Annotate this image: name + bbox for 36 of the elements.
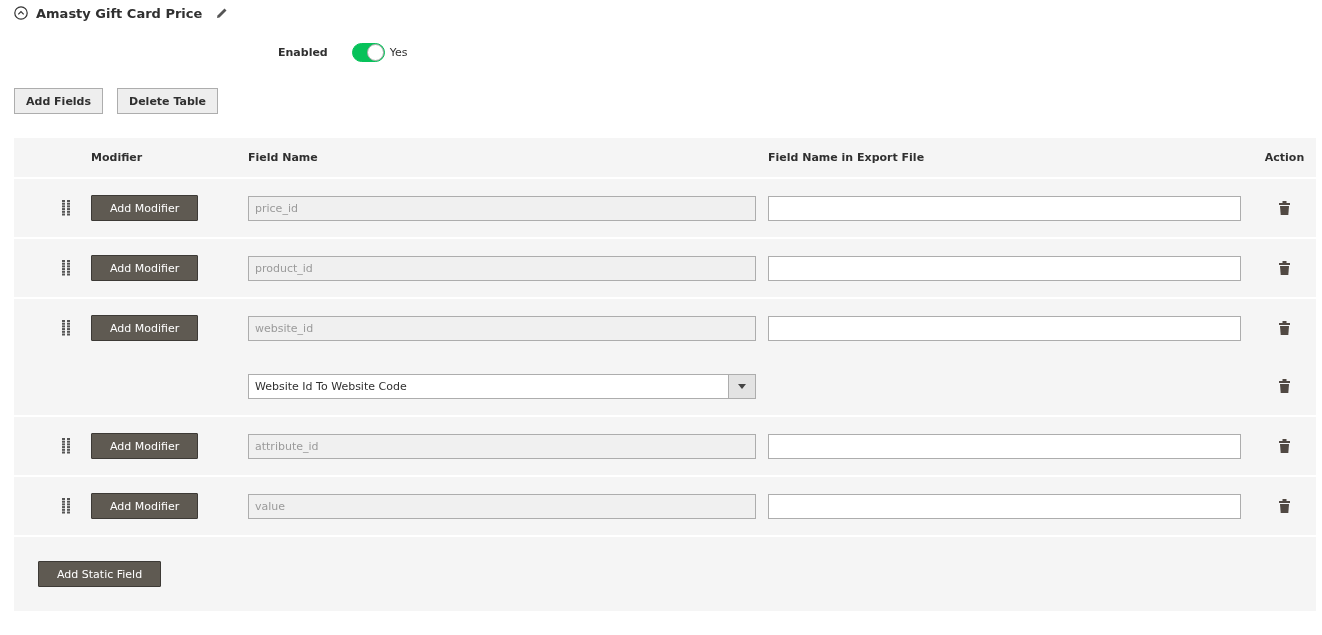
dropdown-caret-icon bbox=[738, 383, 746, 389]
export-name-input[interactable] bbox=[768, 315, 1241, 341]
delete-icon[interactable] bbox=[1279, 499, 1290, 513]
delete-icon[interactable] bbox=[1279, 379, 1290, 393]
delete-icon[interactable] bbox=[1279, 439, 1290, 453]
drag-handle-icon[interactable] bbox=[62, 260, 70, 276]
enabled-label: Enabled bbox=[278, 45, 328, 59]
column-header: Modifier bbox=[91, 151, 144, 164]
add-modifier-button[interactable]: Add Modifier bbox=[91, 255, 199, 281]
drag-handle-icon[interactable] bbox=[62, 200, 70, 216]
export-name-input[interactable] bbox=[768, 433, 1241, 459]
section-title: Amasty Gift Card Price bbox=[36, 5, 203, 21]
export-name-input[interactable] bbox=[768, 195, 1241, 221]
delete-icon[interactable] bbox=[1279, 261, 1290, 275]
add-modifier-button[interactable]: Add Modifier bbox=[91, 493, 199, 519]
export-name-input[interactable] bbox=[768, 255, 1241, 281]
add-static-field-button[interactable]: Add Static Field bbox=[38, 561, 162, 587]
action-button[interactable]: Add Fields bbox=[14, 88, 104, 114]
column-header: Field Name bbox=[248, 151, 319, 164]
enabled-toggle[interactable] bbox=[351, 42, 385, 62]
export-name-input[interactable] bbox=[768, 493, 1241, 519]
toggle-value-label: Yes bbox=[389, 45, 408, 59]
add-modifier-button[interactable]: Add Modifier bbox=[91, 195, 199, 221]
column-header: Field Name in Export File bbox=[768, 151, 926, 164]
delete-icon[interactable] bbox=[1279, 321, 1290, 335]
column-header: Action bbox=[1264, 151, 1305, 164]
drag-handle-icon[interactable] bbox=[62, 438, 70, 454]
modifier-select[interactable]: Website Id To Website Code bbox=[248, 373, 756, 399]
add-modifier-button[interactable]: Add Modifier bbox=[91, 315, 199, 341]
collapse-toggle-icon[interactable] bbox=[14, 6, 28, 20]
drag-handle-icon[interactable] bbox=[62, 498, 70, 514]
drag-handle-icon[interactable] bbox=[62, 320, 70, 336]
delete-icon[interactable] bbox=[1279, 201, 1290, 215]
add-modifier-button[interactable]: Add Modifier bbox=[91, 433, 199, 459]
edit-icon[interactable] bbox=[216, 7, 229, 19]
action-button[interactable]: Delete Table bbox=[117, 88, 218, 114]
